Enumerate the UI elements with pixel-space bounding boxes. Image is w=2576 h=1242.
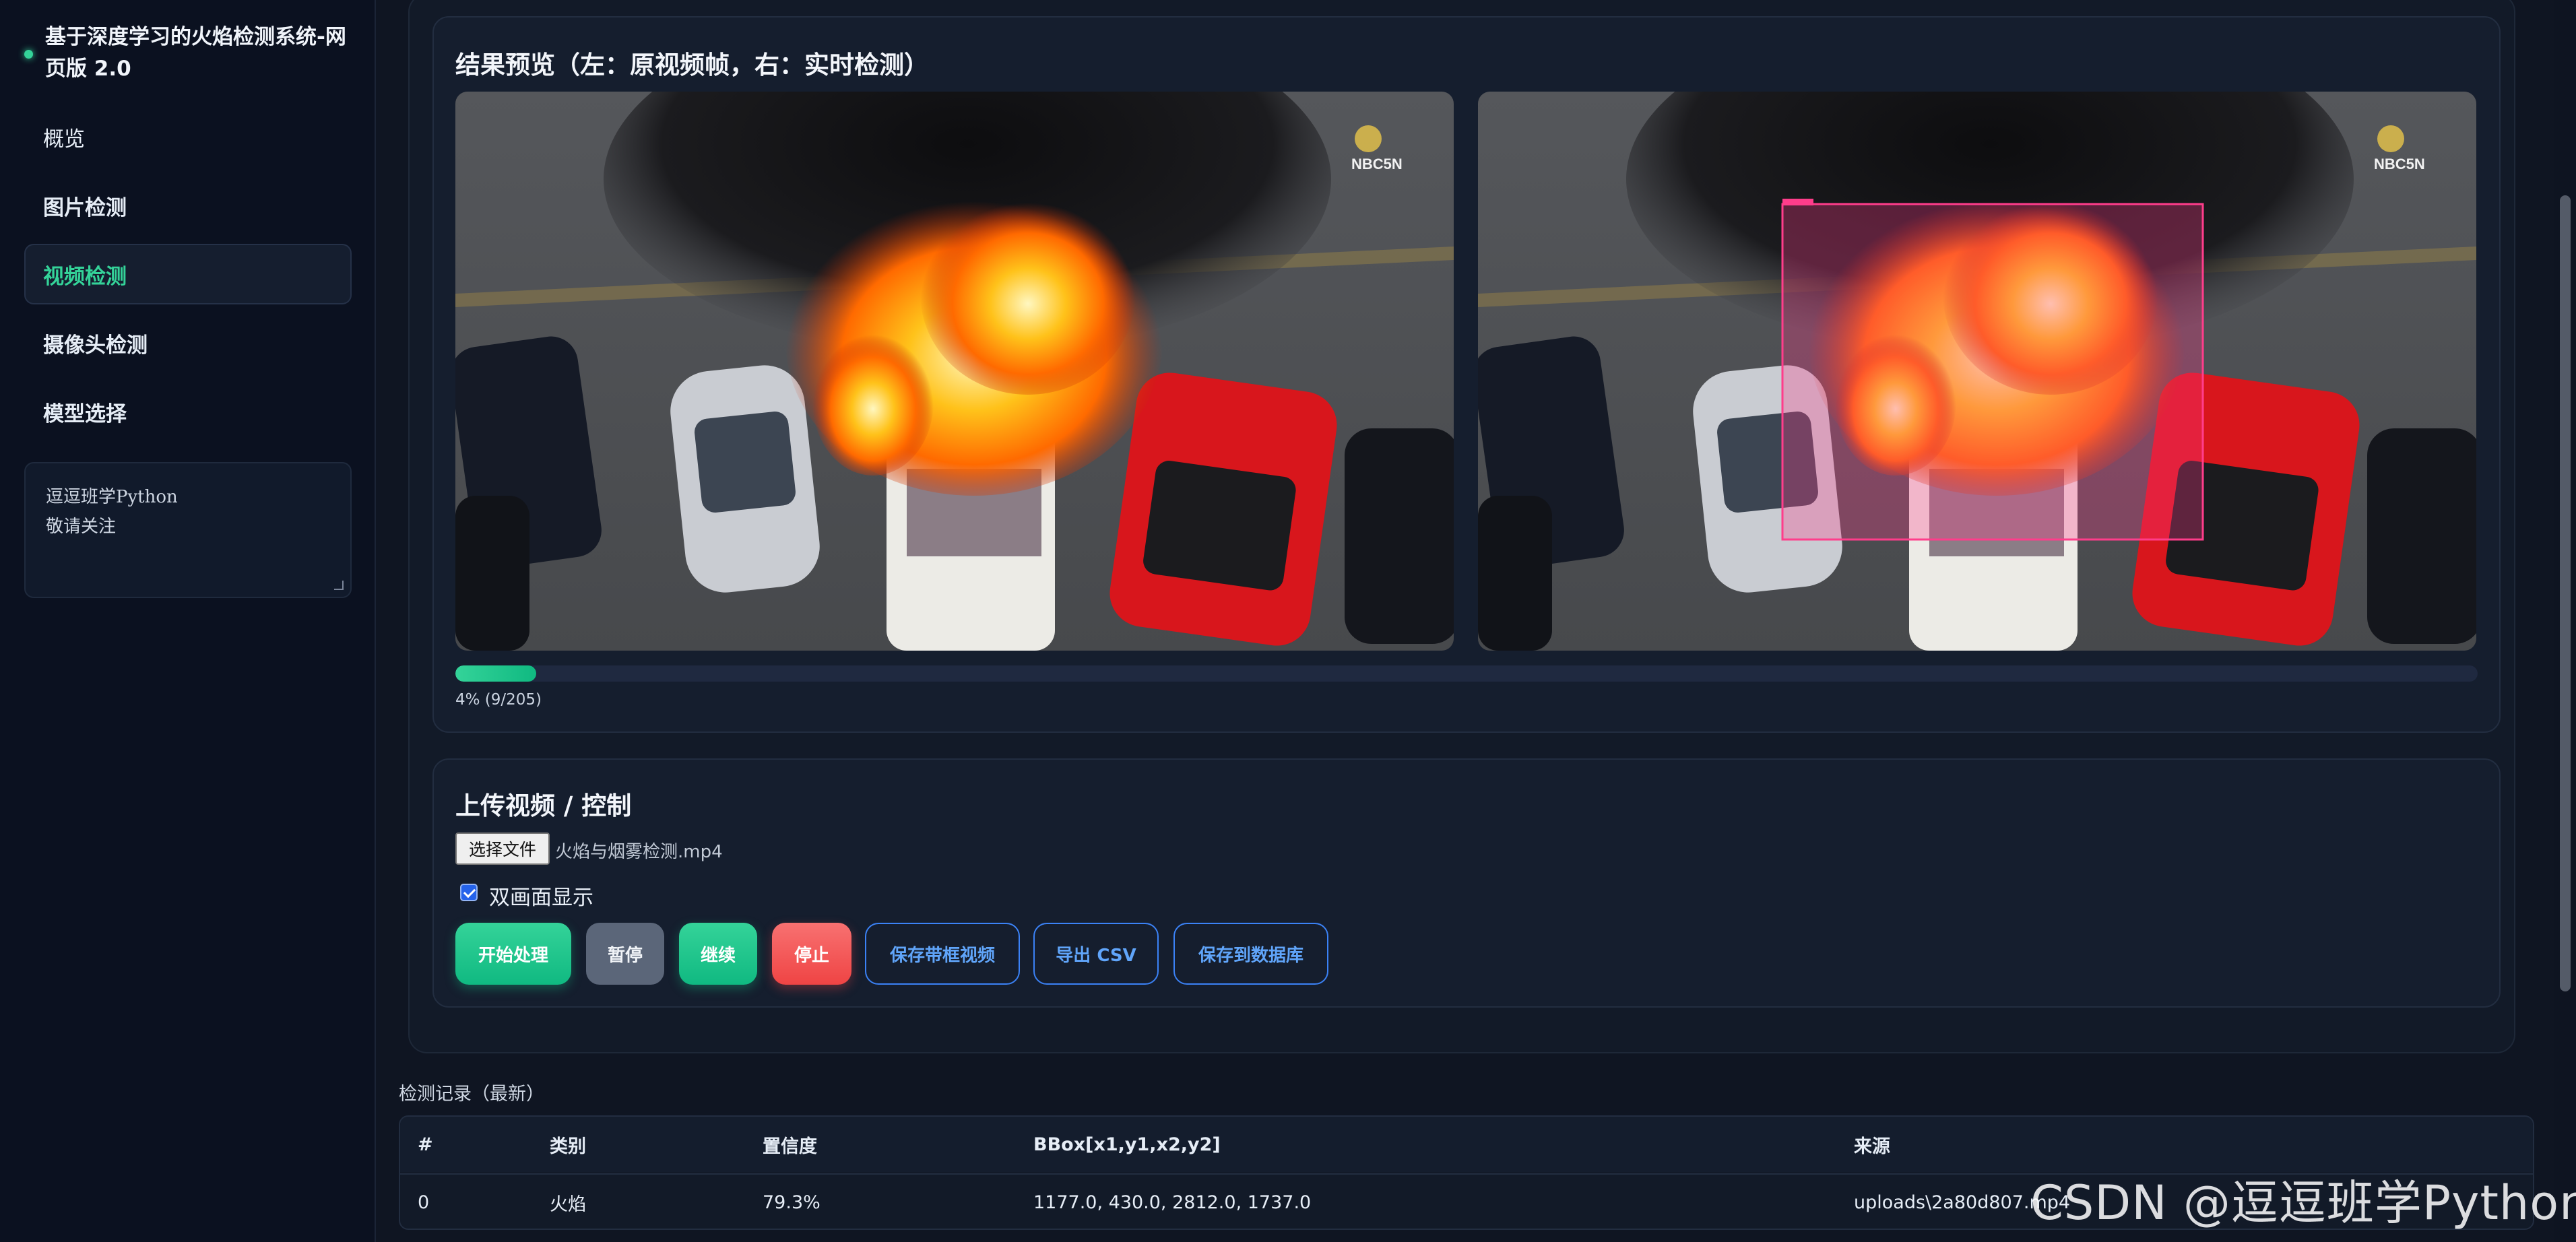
column-header: # (418, 1134, 433, 1155)
stop-button[interactable]: 停止 (772, 923, 851, 985)
sidebar-item-overview[interactable]: 概览 (24, 106, 352, 167)
progress-fill (455, 665, 537, 682)
choose-file-button[interactable]: 选择文件 (455, 832, 550, 865)
progress-bar (455, 665, 2478, 682)
logo-text: NBC5N (2374, 156, 2425, 172)
upload-title: 上传视频 / 控制 (455, 791, 632, 820)
original-frame: NBC5N (455, 92, 1454, 651)
selected-file-name: 火焰与烟雾检测.mp4 (555, 842, 723, 862)
start-button[interactable]: 开始处理 (455, 923, 571, 985)
table-cell: 1177.0, 430.0, 2812.0, 1737.0 (1033, 1191, 1312, 1213)
scrollbar-thumb[interactable] (2560, 195, 2571, 991)
dual-view-checkbox[interactable] (460, 884, 478, 901)
column-header: BBox[x1,y1,x2,y2] (1033, 1134, 1221, 1155)
table-cell: 火焰 (550, 1194, 586, 1215)
column-header: 置信度 (763, 1136, 817, 1157)
nbc-logo-icon (2377, 125, 2404, 152)
watermark: CSDN @逗逗班学Python (2030, 1175, 2576, 1231)
sidebar-item-camera-detection[interactable]: 摄像头检测 (24, 313, 352, 373)
nbc-logo-icon (1355, 125, 1382, 152)
detection-frame: NBC5N (1478, 92, 2476, 651)
column-header: 类别 (550, 1136, 586, 1157)
column-header: 来源 (1854, 1136, 1890, 1157)
sidebar-item-video-detection[interactable]: 视频检测 (24, 244, 352, 304)
detection-bbox (1781, 199, 2204, 541)
resume-button[interactable]: 继续 (679, 923, 757, 985)
sidebar-item-image-detection[interactable]: 图片检测 (24, 175, 352, 236)
save-video-button[interactable]: 保存带框视频 (865, 923, 1020, 985)
app-title: 基于深度学习的火焰检测系统-网页版 2.0 (45, 25, 346, 81)
records-title: 检测记录（最新） (399, 1084, 544, 1105)
sidebar: 基于深度学习的火焰检测系统-网页版 2.0 概览 图片检测 视频检测 摄像头检测… (0, 0, 376, 1242)
detection-frame-image: NBC5N (1478, 92, 2476, 651)
logo-text: NBC5N (1351, 156, 1403, 172)
preview-title: 结果预览（左：原视频帧，右：实时检测） (455, 51, 929, 79)
export-csv-button[interactable]: 导出 CSV (1033, 923, 1159, 985)
table-cell: 0 (418, 1191, 430, 1213)
pause-button[interactable]: 暂停 (586, 923, 664, 985)
original-frame-image: NBC5N (455, 92, 1454, 651)
status-dot-icon (24, 50, 33, 59)
save-database-button[interactable]: 保存到数据库 (1173, 923, 1328, 985)
table-header-row: # 类别 置信度 BBox[x1,y1,x2,y2] 来源 (400, 1117, 2533, 1172)
table-cell: 79.3% (763, 1191, 820, 1213)
brand: 基于深度学习的火焰检测系统-网页版 2.0 (24, 22, 361, 85)
sidebar-item-model-selection[interactable]: 模型选择 (24, 381, 352, 442)
sidebar-nav: 概览 图片检测 视频检测 摄像头检测 模型选择 (24, 106, 352, 450)
note-textarea[interactable]: 逗逗班学Python 敬请关注 (24, 462, 352, 598)
progress-text: 4% (9/205) (455, 691, 542, 709)
dual-view-label[interactable]: 双画面显示 (489, 880, 593, 911)
